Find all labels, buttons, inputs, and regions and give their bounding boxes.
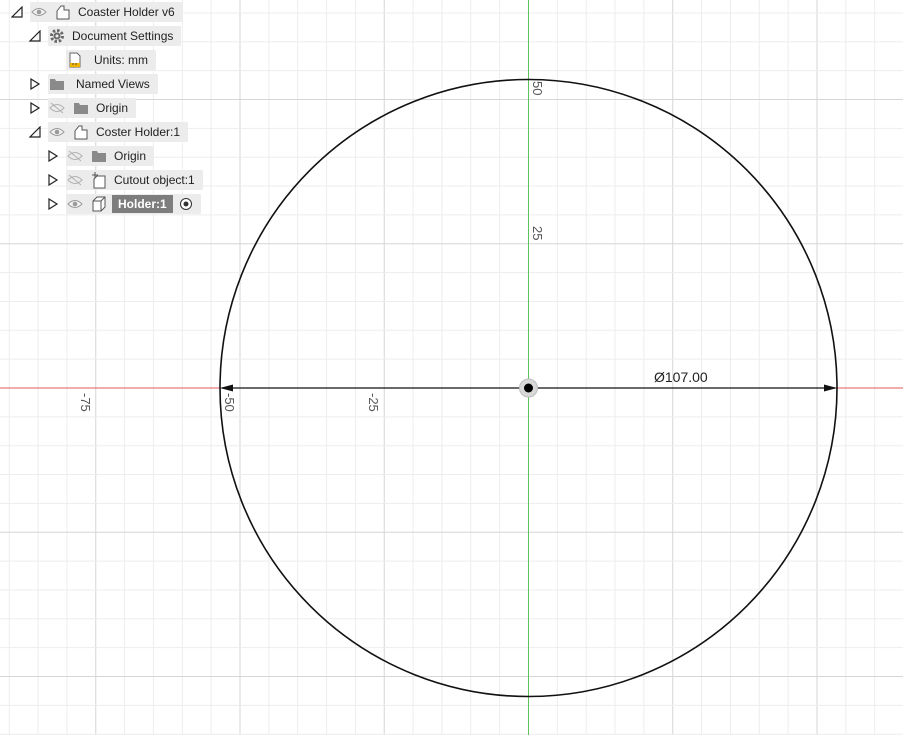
expand-triangle-icon (30, 102, 41, 114)
expand-origin-toggle[interactable] (28, 100, 42, 116)
x-tick-minus-50: -50 (222, 393, 237, 412)
folder-icon (48, 75, 66, 93)
expand-component-origin-toggle[interactable] (46, 148, 60, 164)
cutout-row[interactable]: Cutout object:1 (66, 170, 203, 190)
folder-icon (72, 99, 90, 117)
collapse-root-toggle[interactable] (10, 4, 24, 20)
eye-hidden-icon[interactable] (66, 147, 84, 165)
collapse-triangle-icon (29, 126, 41, 138)
gear-icon (48, 27, 66, 45)
eye-icon[interactable] (66, 195, 84, 213)
eye-hidden-icon[interactable] (48, 99, 66, 117)
named-views-row[interactable]: Named Views (48, 74, 158, 94)
body-component-icon (90, 195, 108, 213)
collapse-triangle-icon (11, 6, 23, 18)
folder-icon (90, 147, 108, 165)
document-settings-row[interactable]: Document Settings (48, 26, 182, 46)
cutout-component-icon (90, 171, 108, 189)
origin-point[interactable] (519, 378, 538, 398)
expand-triangle-icon (48, 174, 59, 186)
root-label: Coaster Holder v6 (78, 5, 175, 19)
component-origin-label: Origin (114, 149, 147, 163)
activate-radio-icon[interactable] (177, 195, 195, 213)
x-tick-minus-25: -25 (366, 393, 381, 412)
expand-triangle-icon (48, 198, 59, 210)
browser-tree: Coaster Holder v6 Document Settings Unit… (0, 0, 260, 230)
y-tick-25: 25 (530, 226, 545, 240)
component-label: Coster Holder:1 (96, 125, 181, 139)
document-settings-label: Document Settings (72, 29, 174, 43)
x-tick-minus-75: -75 (78, 393, 93, 412)
eye-icon[interactable] (48, 123, 66, 141)
diameter-dimension-text[interactable]: Ø107.00 (654, 369, 708, 385)
units-row[interactable]: Units: mm (66, 50, 156, 70)
y-tick-50: 50 (530, 81, 545, 95)
document-icon (54, 3, 72, 21)
component-icon (72, 123, 90, 141)
component-row[interactable]: Coster Holder:1 (48, 122, 189, 142)
ruler-icon (66, 51, 84, 69)
holder-row[interactable]: Holder:1 (66, 194, 201, 214)
dimension-arrow-right (824, 384, 837, 392)
collapse-component-toggle[interactable] (28, 124, 42, 140)
named-views-label: Named Views (76, 77, 150, 91)
eye-hidden-icon[interactable] (66, 171, 84, 189)
cutout-label: Cutout object:1 (114, 173, 195, 187)
eye-icon[interactable] (30, 3, 48, 21)
component-origin-row[interactable]: Origin (66, 146, 155, 166)
collapse-document-settings-toggle[interactable] (28, 28, 42, 44)
holder-label: Holder:1 (112, 195, 173, 213)
origin-label: Origin (96, 101, 129, 115)
expand-holder-toggle[interactable] (46, 196, 60, 212)
units-label: Units: mm (94, 53, 148, 67)
origin-row[interactable]: Origin (48, 98, 137, 118)
expand-cutout-toggle[interactable] (46, 172, 60, 188)
collapse-triangle-icon (29, 30, 41, 42)
expand-triangle-icon (48, 150, 59, 162)
expand-triangle-icon (30, 78, 41, 90)
dimension-arrow-left (220, 384, 233, 392)
browser-root-row[interactable]: Coaster Holder v6 (30, 2, 183, 22)
expand-named-views-toggle[interactable] (28, 76, 42, 92)
